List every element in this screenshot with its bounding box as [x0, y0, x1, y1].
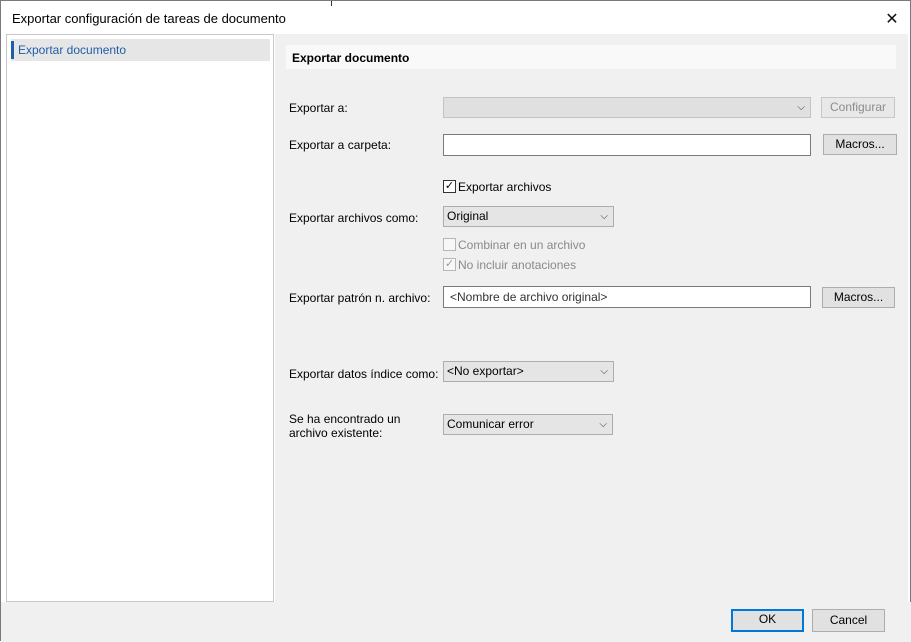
combine-checkbox — [443, 238, 456, 251]
export-files-label: Exportar archivos — [458, 180, 552, 194]
chevron-down-icon: ⌵ — [600, 366, 608, 377]
existing-file-value: Comunicar error — [447, 417, 534, 431]
existing-file-label-line1: Se ha encontrado un — [289, 412, 401, 426]
index-data-value: <No exportar> — [447, 364, 524, 378]
section-title: Exportar documento — [286, 45, 896, 69]
sidebar: Exportar documento — [6, 34, 274, 602]
filename-pattern-macros-button[interactable]: Macros... — [822, 287, 895, 308]
ok-button[interactable]: OK — [731, 609, 804, 632]
chevron-down-icon: ⌵ — [797, 102, 805, 113]
existing-file-label-line2: archivo existente: — [289, 426, 383, 440]
chevron-down-icon: ⌵ — [600, 211, 608, 222]
dialog-title: Exportar configuración de tareas de docu… — [12, 11, 286, 26]
filename-pattern-label: Exportar patrón n. archivo: — [289, 291, 431, 305]
export-to-select[interactable]: ⌵ — [443, 97, 811, 118]
export-files-checkbox[interactable]: ✓ — [443, 180, 456, 193]
export-files-as-select[interactable]: Original ⌵ — [443, 206, 614, 227]
export-to-label: Exportar a: — [289, 101, 348, 115]
index-data-select[interactable]: <No exportar> ⌵ — [443, 361, 614, 382]
configure-button[interactable]: Configurar — [821, 97, 895, 118]
index-data-label: Exportar datos índice como: — [289, 367, 439, 381]
export-files-as-label: Exportar archivos como: — [289, 211, 419, 225]
close-icon[interactable]: ✕ — [879, 7, 905, 31]
no-annotations-checkbox: ✓ — [443, 258, 456, 271]
sidebar-item-exportar-documento[interactable]: Exportar documento — [11, 39, 270, 61]
combine-label: Combinar en un archivo — [458, 238, 586, 252]
existing-file-select[interactable]: Comunicar error ⌵ — [443, 414, 613, 435]
chevron-down-icon: ⌵ — [599, 419, 607, 430]
export-folder-input[interactable] — [443, 134, 811, 156]
export-folder-label: Exportar a carpeta: — [289, 138, 392, 152]
dialog-window: Exportar configuración de tareas de docu… — [0, 0, 911, 642]
no-annotations-label: No incluir anotaciones — [458, 258, 577, 272]
cancel-button[interactable]: Cancel — [812, 609, 885, 632]
export-files-as-value: Original — [447, 209, 489, 223]
main-panel — [275, 34, 908, 602]
export-folder-macros-button[interactable]: Macros... — [823, 134, 897, 155]
filename-pattern-input[interactable]: <Nombre de archivo original> — [443, 286, 811, 308]
window-edge-mark — [331, 1, 332, 6]
